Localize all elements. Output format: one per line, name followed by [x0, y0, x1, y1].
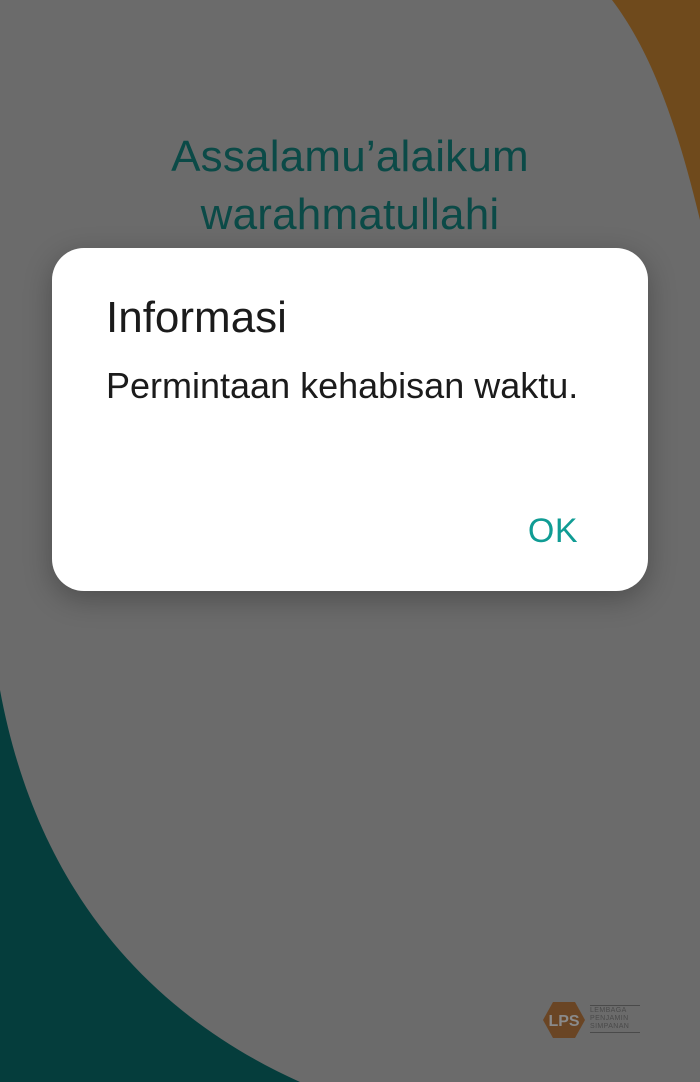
greeting-heading: Assalamu’alaikum warahmatullahi: [0, 128, 700, 244]
lps-logo-line-1: LEMBAGA: [590, 1007, 627, 1014]
dialog-title: Informasi: [106, 293, 287, 342]
lps-logo-text: LEMBAGA PENJAMIN SIMPANAN: [590, 1005, 640, 1033]
lps-logo-line-2: PENJAMIN: [590, 1015, 629, 1022]
greeting-line-2: warahmatullahi: [200, 190, 500, 239]
greeting-line-1: Assalamu’alaikum: [171, 132, 529, 181]
lps-logo-mark: LPS: [543, 1002, 585, 1038]
ok-button[interactable]: OK: [510, 506, 596, 556]
info-dialog: Informasi Permintaan kehabisan waktu. OK: [52, 248, 648, 591]
lps-logo: LPS LEMBAGA PENJAMIN SIMPANAN: [543, 998, 640, 1042]
lps-logo-line-3: SIMPANAN: [590, 1023, 630, 1030]
brand-teal-shape: [0, 690, 300, 1082]
dialog-message: Permintaan kehabisan waktu.: [106, 365, 579, 406]
lps-logo-letters: LPS: [548, 1013, 579, 1030]
